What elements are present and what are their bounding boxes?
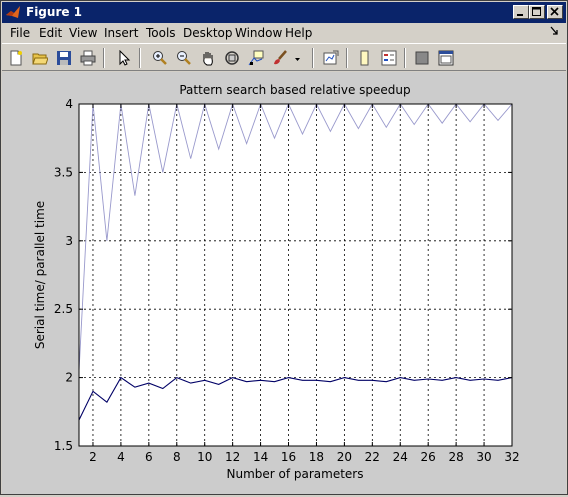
y-tick-label: 1.5 xyxy=(54,439,73,453)
y-tick-label: 2 xyxy=(65,371,73,385)
y-tick-label: 3 xyxy=(65,234,73,248)
figure-window: Figure 1 File Edit View Insert Tools Des… xyxy=(0,0,568,495)
y-axis-label: Serial time/ parallel time xyxy=(33,201,47,349)
x-tick-label: 10 xyxy=(197,450,212,464)
x-tick-label: 16 xyxy=(281,450,296,464)
x-tick-label: 28 xyxy=(448,450,463,464)
x-axis-label: Number of parameters xyxy=(226,467,363,481)
close-icon xyxy=(550,7,559,16)
x-tick-label: 22 xyxy=(365,450,380,464)
x-tick-label: 12 xyxy=(225,450,240,464)
toolbar-separator xyxy=(139,48,141,68)
matlab-logo-icon xyxy=(5,4,21,20)
pan-hand-icon[interactable] xyxy=(197,47,219,69)
chart-title: Pattern search based relative speedup xyxy=(179,83,410,97)
axes-background xyxy=(79,104,512,446)
select-arrow-icon[interactable] xyxy=(113,47,135,69)
window-title: Figure 1 xyxy=(26,5,83,19)
brush-dropdown-icon[interactable] xyxy=(291,47,303,69)
toolbar-separator xyxy=(103,48,105,68)
y-tick-label: 4 xyxy=(65,97,73,111)
hide-plot-tools-icon[interactable] xyxy=(411,47,433,69)
x-tick-label: 26 xyxy=(421,450,436,464)
zoom-out-icon[interactable] xyxy=(173,47,195,69)
save-icon[interactable] xyxy=(53,47,75,69)
print-icon[interactable] xyxy=(77,47,99,69)
link-plot-icon[interactable] xyxy=(320,47,342,69)
menu-edit[interactable]: Edit xyxy=(39,26,62,40)
toolbar-separator xyxy=(404,48,406,68)
rotate-3d-icon[interactable] xyxy=(221,47,243,69)
data-cursor-icon[interactable] xyxy=(245,47,267,69)
x-tick-label: 20 xyxy=(337,450,352,464)
x-tick-label: 8 xyxy=(173,450,181,464)
y-tick-label: 3.5 xyxy=(54,165,73,179)
figure-canvas[interactable]: 2 4 6 8 10 12 14 16 18 20 22 24 26 28 30 32 1.5 2 2.5 3 3.5 4… xyxy=(2,72,566,494)
toolbar-separator xyxy=(312,48,314,68)
x-tick-label: 30 xyxy=(476,450,491,464)
menu-tools[interactable]: Tools xyxy=(146,26,176,40)
toolbar-separator xyxy=(346,48,348,68)
menu-desktop[interactable]: Desktop xyxy=(183,26,233,40)
new-figure-icon[interactable] xyxy=(5,47,27,69)
menu-view[interactable]: View xyxy=(69,26,97,40)
plot-svg[interactable]: 2 4 6 8 10 12 14 16 18 20 22 24 26 28 30 321.522.533.54… xyxy=(2,72,566,494)
legend-icon[interactable] xyxy=(378,47,400,69)
x-tick-label: 4 xyxy=(117,450,125,464)
open-file-icon[interactable] xyxy=(29,47,51,69)
x-tick-label: 2 xyxy=(89,450,97,464)
maximize-icon xyxy=(532,7,541,16)
dock-arrow-icon[interactable] xyxy=(550,25,560,40)
x-tick-label: 32 xyxy=(504,450,519,464)
minimize-button[interactable] xyxy=(513,5,529,19)
close-button[interactable] xyxy=(547,5,563,19)
figure-toolbar xyxy=(2,43,566,71)
colorbar-icon[interactable] xyxy=(354,47,376,69)
maximize-button[interactable] xyxy=(529,5,545,19)
x-tick-label: 18 xyxy=(309,450,324,464)
x-tick-label: 24 xyxy=(393,450,408,464)
x-tick-label: 14 xyxy=(253,450,268,464)
menu-file[interactable]: File xyxy=(10,26,30,40)
minimize-icon xyxy=(517,14,523,16)
show-plot-tools-icon[interactable] xyxy=(435,47,457,69)
menu-insert[interactable]: Insert xyxy=(104,26,138,40)
menu-bar: File Edit View Insert Tools Desktop Wind… xyxy=(2,23,566,43)
menu-window[interactable]: Window xyxy=(235,26,282,40)
brush-icon[interactable] xyxy=(269,47,291,69)
y-tick-label: 2.5 xyxy=(54,302,73,316)
zoom-in-icon[interactable] xyxy=(149,47,171,69)
menu-help[interactable]: Help xyxy=(285,26,312,40)
title-bar[interactable]: Figure 1 xyxy=(2,2,566,23)
x-tick-label: 6 xyxy=(145,450,153,464)
